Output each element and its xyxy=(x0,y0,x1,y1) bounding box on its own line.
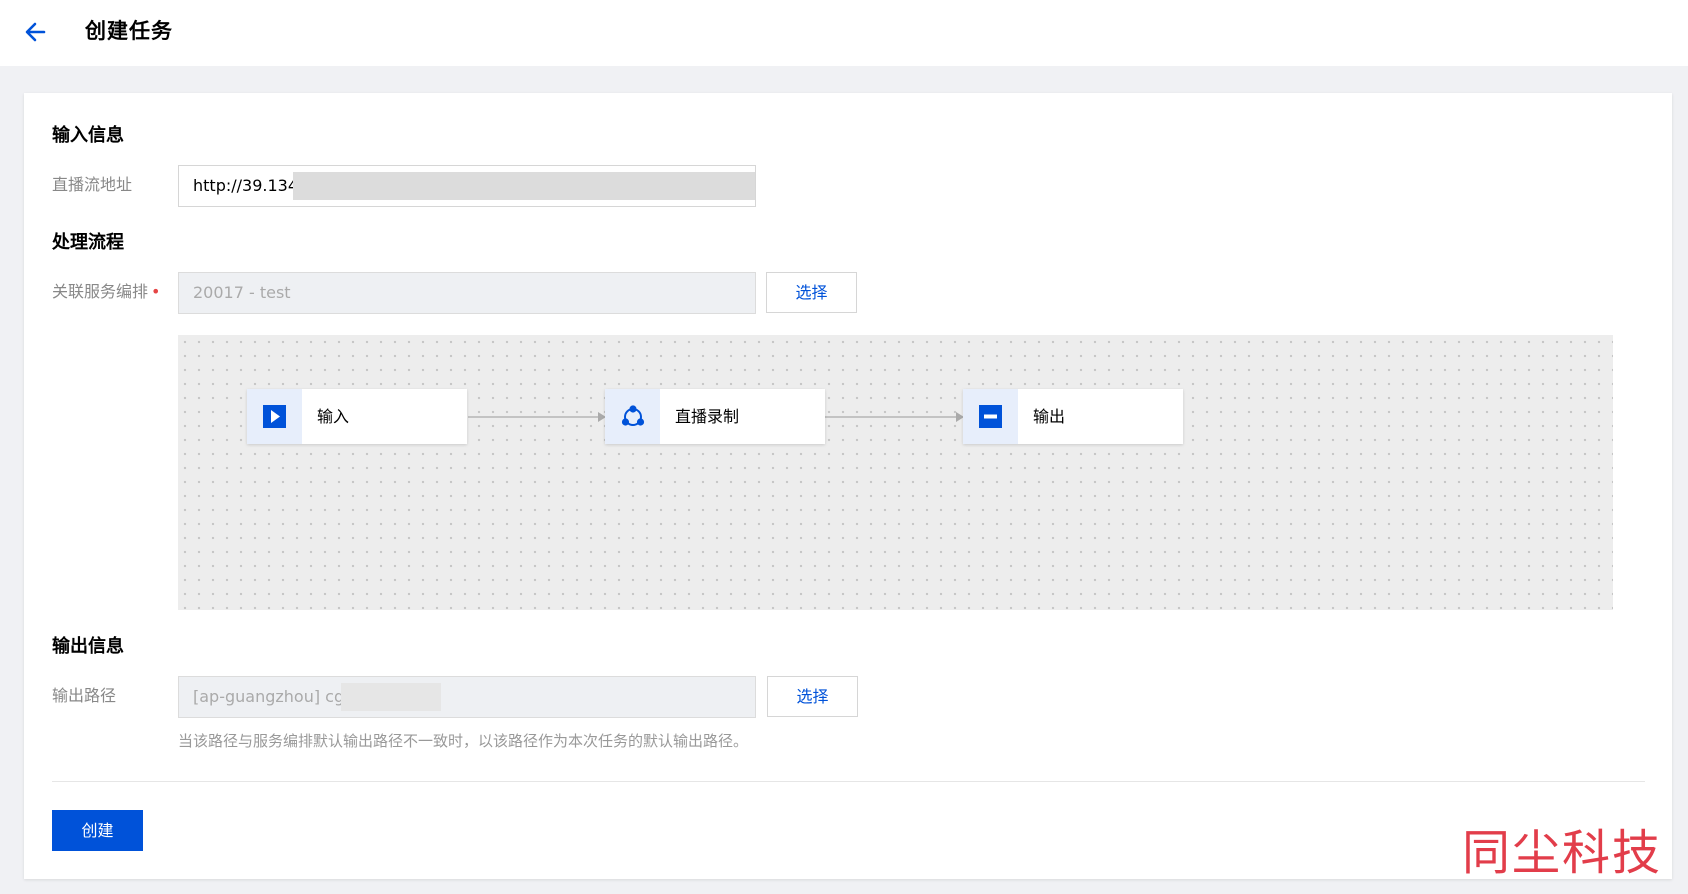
play-icon xyxy=(263,405,286,428)
output-path-field: [ap-guangzhou] cg- xyxy=(178,676,756,718)
watermark-text: 同尘科技 xyxy=(1462,825,1663,881)
redacted-area xyxy=(341,683,441,711)
node-input-label: 输入 xyxy=(317,407,350,426)
node-input-icon-box xyxy=(247,389,302,444)
output-section-title: 输出信息 xyxy=(52,636,124,657)
node-record-icon-box xyxy=(605,389,660,444)
record-icon xyxy=(621,405,645,426)
process-section-title: 处理流程 xyxy=(52,232,124,253)
stream-url-label: 直播流地址 xyxy=(52,175,133,194)
workflow-canvas: 输入 直播录制 输出 xyxy=(178,335,1613,610)
input-section-title: 输入信息 xyxy=(52,125,124,146)
output-path-label: 输出路径 xyxy=(52,686,117,705)
node-output-label: 输出 xyxy=(1033,407,1066,426)
node-record-label: 直播录制 xyxy=(675,407,740,426)
orchestration-field: 20017 - test xyxy=(178,272,756,314)
orchestration-label-text: 关联服务编排 xyxy=(52,282,149,301)
back-button[interactable] xyxy=(22,18,50,46)
select-orchestration-button[interactable]: 选择 xyxy=(766,272,857,313)
select-output-path-button[interactable]: 选择 xyxy=(767,676,858,717)
page-title: 创建任务 xyxy=(85,19,173,43)
divider xyxy=(52,781,1645,782)
redacted-area xyxy=(293,172,755,200)
node-live-record[interactable]: 直播录制 xyxy=(605,389,825,444)
stream-url-start: http://39.134. xyxy=(193,176,304,195)
node-output[interactable]: 输出 xyxy=(963,389,1183,444)
required-mark: • xyxy=(151,282,161,301)
output-path-value: [ap-guangzhou] cg- xyxy=(193,687,350,706)
page-header: 创建任务 xyxy=(0,0,1688,66)
node-output-icon-box xyxy=(963,389,1018,444)
create-button[interactable]: 创建 xyxy=(52,810,143,851)
output-icon xyxy=(979,405,1002,428)
output-path-hint: 当该路径与服务编排默认输出路径不一致时，以该路径作为本次任务的默认输出路径。 xyxy=(178,732,749,750)
node-input[interactable]: 输入 xyxy=(247,389,467,444)
stream-url-input[interactable]: http://39.134. n3u8 xyxy=(178,165,756,207)
orchestration-label: 关联服务编排 • xyxy=(52,282,160,302)
workflow-edges xyxy=(468,412,964,422)
arrow-left-icon xyxy=(25,22,46,42)
